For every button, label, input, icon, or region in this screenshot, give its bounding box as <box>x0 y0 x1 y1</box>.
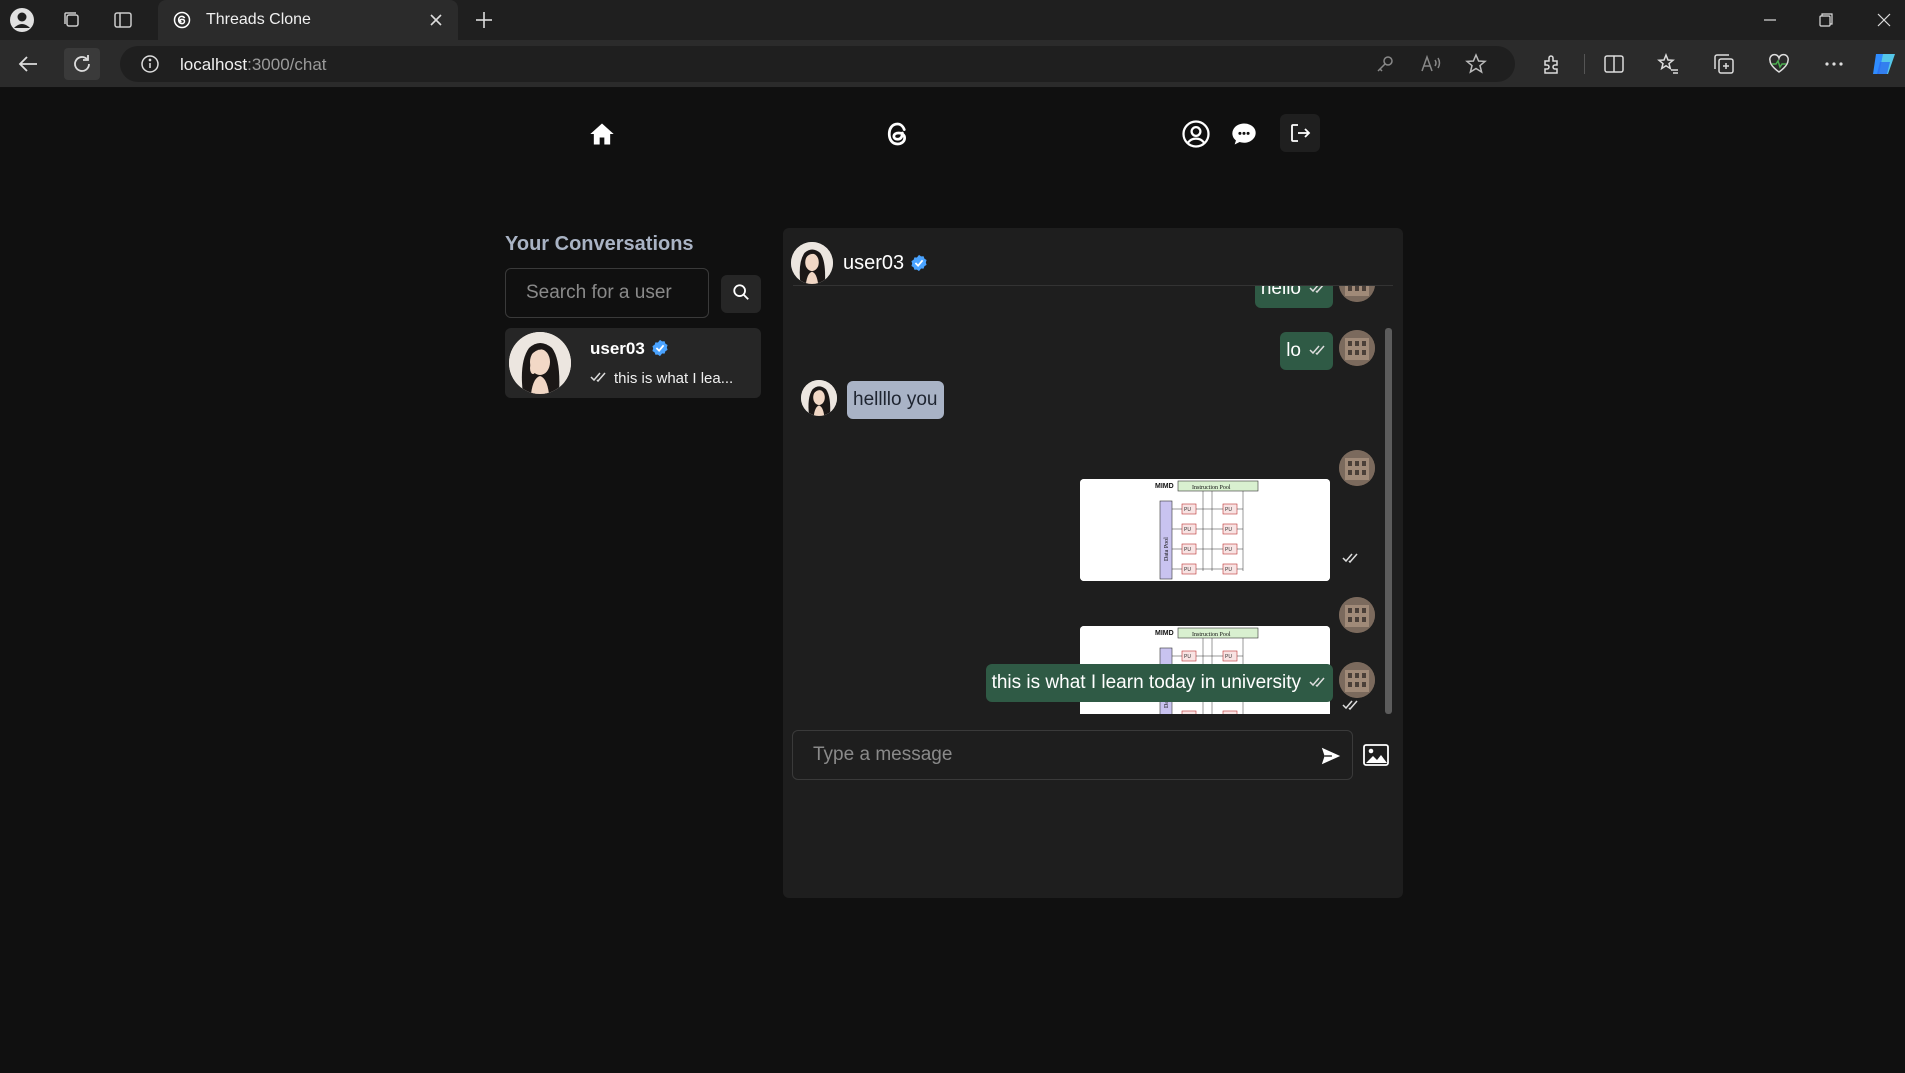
profile-icon[interactable] <box>8 6 36 34</box>
svg-text:PU: PU <box>1184 507 1191 513</box>
browser-essentials-icon[interactable] <box>1763 48 1795 80</box>
logout-icon[interactable] <box>1280 114 1320 152</box>
svg-text:PU: PU <box>1184 567 1191 573</box>
address-bar: localhost:3000/chat <box>0 40 1905 88</box>
svg-text:PU: PU <box>1184 547 1191 553</box>
message-form <box>792 730 1353 780</box>
toolbar-divider <box>1584 54 1585 74</box>
my-avatar <box>1339 330 1375 366</box>
chat-panel: user03 hello lo hellllo you MIMD Instruc… <box>783 228 1403 898</box>
verified-badge-icon <box>651 339 669 357</box>
search-user-input[interactable] <box>505 268 709 318</box>
tab-actions-icon[interactable] <box>109 6 137 34</box>
message-bubble-sent: hello <box>1254 286 1333 308</box>
minimize-icon[interactable] <box>1750 4 1790 36</box>
double-check-icon <box>1309 286 1327 300</box>
svg-text:MIMD: MIMD <box>1155 483 1174 490</box>
browser-tab-bar: Threads Clone <box>0 0 1905 40</box>
threads-favicon-icon <box>173 11 191 34</box>
message-image[interactable]: MIMD Instruction Pool Data Pool PU PU PU PU… <box>1080 479 1330 581</box>
double-check-icon <box>590 370 608 387</box>
svg-text:PU: PU <box>1225 654 1232 660</box>
favorite-star-icon[interactable] <box>1465 53 1487 80</box>
send-icon[interactable] <box>1318 743 1344 769</box>
message-bubble-sent: this is what I learn today in university <box>985 664 1333 702</box>
password-key-icon[interactable] <box>1375 54 1395 79</box>
split-screen-icon[interactable] <box>1598 48 1630 80</box>
svg-text:Instruction Pool: Instruction Pool <box>1192 485 1231 491</box>
chat-header-username: user03 <box>843 252 928 275</box>
svg-text:Data Pool: Data Pool <box>1164 537 1170 561</box>
search-button[interactable] <box>721 275 761 313</box>
collections-icon[interactable] <box>1708 48 1740 80</box>
svg-text:PU: PU <box>1225 507 1232 513</box>
url-text: localhost:3000/chat <box>180 55 327 74</box>
svg-text:MIMD: MIMD <box>1155 630 1174 637</box>
my-avatar <box>1339 662 1375 698</box>
conversation-last-message: this is what I lea... <box>590 370 733 387</box>
message-input[interactable] <box>793 731 1293 779</box>
conversation-item[interactable]: user03 this is what I lea... <box>505 328 761 398</box>
tab-title: Threads Clone <box>206 11 311 28</box>
conversations-title: Your Conversations <box>505 233 694 255</box>
restore-icon[interactable] <box>1806 4 1846 36</box>
attach-image-icon[interactable] <box>1361 740 1391 770</box>
active-tab[interactable]: Threads Clone <box>158 0 458 40</box>
new-tab-icon[interactable] <box>470 6 498 34</box>
copilot-icon[interactable] <box>1868 48 1900 80</box>
their-avatar <box>801 380 837 416</box>
url-field[interactable]: localhost:3000/chat <box>120 46 1515 82</box>
conversation-username: user03 <box>590 339 669 359</box>
profile-user-icon[interactable] <box>1178 116 1214 152</box>
home-icon[interactable] <box>584 116 620 152</box>
svg-text:PU: PU <box>1225 547 1232 553</box>
message-bubble-received: hellllo you <box>847 381 944 419</box>
double-check-icon <box>1342 551 1360 569</box>
double-check-icon <box>1309 672 1327 694</box>
favorites-icon[interactable] <box>1652 48 1684 80</box>
my-avatar <box>1339 450 1375 486</box>
my-avatar <box>1339 286 1375 302</box>
threads-app: Your Conversations user03 this is what I… <box>0 88 1905 1073</box>
double-check-icon <box>1342 698 1360 714</box>
read-aloud-icon[interactable] <box>1420 54 1442 79</box>
svg-text:PU: PU <box>1184 527 1191 533</box>
search-icon <box>732 283 750 306</box>
threads-logo-icon[interactable] <box>880 116 916 152</box>
verified-badge-icon <box>910 254 928 272</box>
reload-icon[interactable] <box>64 48 100 80</box>
conversation-avatar <box>509 332 571 394</box>
message-scrollbar[interactable] <box>1385 328 1392 714</box>
svg-text:PU: PU <box>1184 654 1191 660</box>
back-icon[interactable] <box>10 48 46 80</box>
message-bubble-sent: lo <box>1280 332 1333 370</box>
chat-bubbles-icon[interactable] <box>1226 116 1262 152</box>
chat-header-avatar <box>791 242 833 284</box>
more-options-icon[interactable] <box>1818 48 1850 80</box>
message-list[interactable]: hello lo hellllo you MIMD Instruction Po… <box>783 286 1393 714</box>
close-tab-icon[interactable] <box>424 8 448 32</box>
extensions-icon[interactable] <box>1536 48 1568 80</box>
my-avatar <box>1339 597 1375 633</box>
svg-text:PU: PU <box>1225 527 1232 533</box>
double-check-icon <box>1309 340 1327 362</box>
workspaces-icon[interactable] <box>58 6 86 34</box>
svg-text:PU: PU <box>1225 567 1232 573</box>
close-window-icon[interactable] <box>1864 4 1904 36</box>
site-info-icon[interactable] <box>140 54 160 79</box>
svg-text:Instruction Pool: Instruction Pool <box>1192 632 1231 638</box>
